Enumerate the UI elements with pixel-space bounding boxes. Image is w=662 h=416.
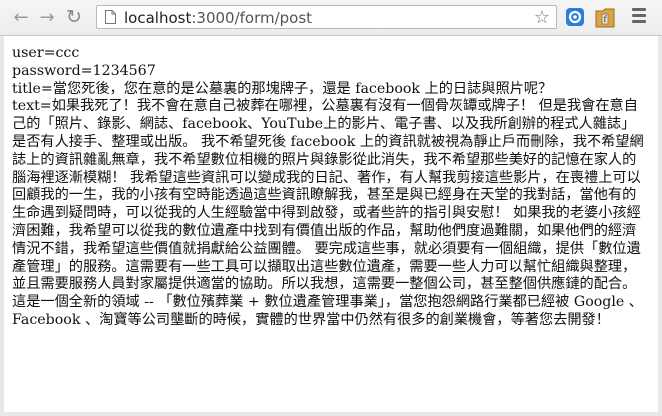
url-text[interactable]: localhost:3000/form/post bbox=[124, 8, 312, 28]
extension-icon[interactable] bbox=[565, 7, 585, 27]
url-path: :3000/form/post bbox=[191, 9, 313, 27]
back-arrow-icon[interactable]: ← bbox=[10, 6, 32, 28]
window-frame-bottom bbox=[0, 412, 662, 416]
reload-icon[interactable]: ↻ bbox=[63, 6, 85, 28]
extension-folder-icon[interactable]: f bbox=[595, 6, 615, 28]
menu-hamburger-icon[interactable] bbox=[631, 8, 647, 24]
text-line: text=如果我死了！我不會在意自己被葬在哪裡，公墓裏有沒有一個骨灰罈或牌子！ … bbox=[12, 98, 644, 328]
url-host: localhost bbox=[124, 9, 192, 27]
user-line: user=ccc bbox=[12, 45, 80, 61]
bookmark-star-icon[interactable]: ☆ bbox=[532, 7, 552, 28]
page-content: user=ccc password=1234567 title=當您死後，您在意… bbox=[12, 45, 648, 330]
forward-arrow-icon[interactable]: → bbox=[36, 6, 58, 28]
browser-toolbar: ← → ↻ localhost:3000/form/post ☆ f bbox=[0, 0, 662, 36]
window-frame-left bbox=[0, 0, 4, 416]
password-line: password=1234567 bbox=[12, 62, 156, 79]
window-frame-right bbox=[658, 0, 662, 416]
title-line: title=當您死後，您在意的是公墓裏的那塊牌子，還是 facebook 上的日… bbox=[12, 80, 553, 97]
address-bar[interactable]: localhost:3000/form/post ☆ bbox=[96, 5, 557, 29]
page-icon bbox=[105, 10, 116, 24]
